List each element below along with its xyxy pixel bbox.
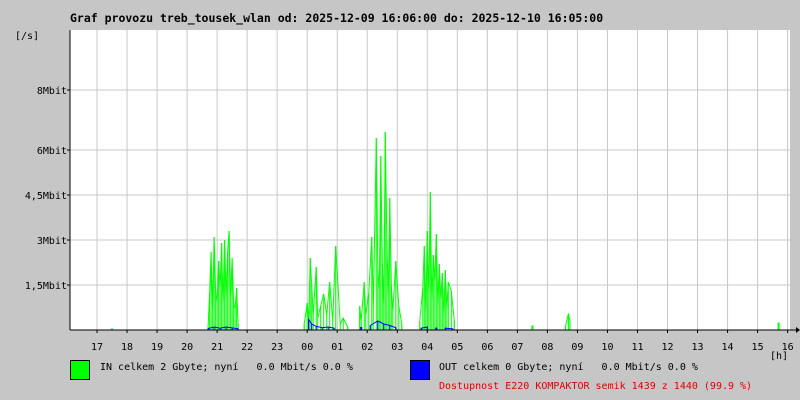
x-tick-label: 15 <box>752 342 764 353</box>
x-tick-label: 12 <box>661 342 673 353</box>
x-tick-label: 00 <box>301 342 313 353</box>
x-tick-label: 23 <box>271 342 283 353</box>
x-tick-label: 17 <box>91 342 103 353</box>
x-tick-label: 18 <box>121 342 133 353</box>
x-tick-label: 09 <box>571 342 583 353</box>
x-tick-label: 04 <box>421 342 433 353</box>
y-tick-label: 8Mbit <box>37 86 67 97</box>
x-tick-label: 11 <box>631 342 643 353</box>
y-tick-label: 4,5Mbit <box>25 191 67 202</box>
x-tick-label: 14 <box>722 342 734 353</box>
x-tick-label: 08 <box>541 342 553 353</box>
x-tick-label: 20 <box>181 342 193 353</box>
x-tick-label: 05 <box>451 342 463 353</box>
x-tick-label: 01 <box>331 342 343 353</box>
legend-out-swatch <box>410 360 430 380</box>
x-tick-label: 19 <box>151 342 163 353</box>
legend-in-swatch <box>70 360 90 380</box>
x-tick-label: 16 <box>782 342 794 353</box>
legend-out-label: OUT celkem 0 Gbyte; nyní 0.0 Mbit/s 0.0 … <box>439 362 698 373</box>
x-tick-label: 07 <box>511 342 523 353</box>
availability-status: Dostupnost E220 KOMPAKTOR semik 1439 z 1… <box>439 381 753 392</box>
y-tick-label: 3Mbit <box>37 236 67 247</box>
x-tick-label: 10 <box>601 342 613 353</box>
traffic-chart: 1,5Mbit 3Mbit 4,5Mbit 6Mbit 8Mbit 17 18 19 20 21 2… <box>25 30 800 353</box>
y-tick-label: 6Mbit <box>37 146 67 157</box>
x-tick-label: 06 <box>481 342 493 353</box>
x-tick-label: 02 <box>361 342 373 353</box>
x-tick-label: 03 <box>391 342 403 353</box>
x-axis-arrow <box>796 327 800 333</box>
x-tick-label: 21 <box>211 342 223 353</box>
x-tick-label: 13 <box>691 342 703 353</box>
x-tick-label: 22 <box>241 342 253 353</box>
legend-in-label: IN celkem 2 Gbyte; nyní 0.0 Mbit/s 0.0 % <box>100 362 353 373</box>
y-tick-label: 1,5Mbit <box>25 281 67 292</box>
